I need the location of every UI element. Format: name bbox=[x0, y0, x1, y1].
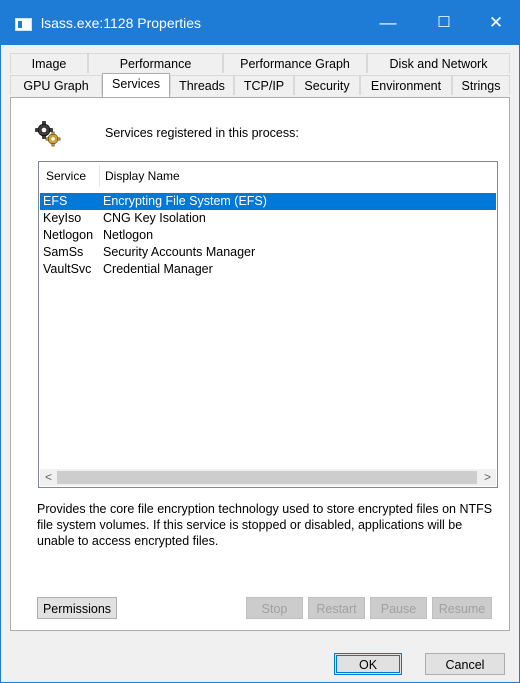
services-heading: Services registered in this process: bbox=[105, 126, 299, 140]
scroll-left-button[interactable]: < bbox=[40, 469, 57, 486]
tab-threads[interactable]: Threads bbox=[170, 75, 234, 95]
tab-environment[interactable]: Environment bbox=[360, 75, 452, 95]
tab-performance[interactable]: Performance bbox=[88, 53, 223, 73]
service-display-name: Netlogon bbox=[103, 228, 154, 242]
list-item[interactable]: Netlogon Netlogon bbox=[40, 227, 496, 244]
tab-services[interactable]: Services bbox=[102, 73, 170, 97]
properties-window: lsass.exe:1128 Properties — ☐ ✕ Image Pe… bbox=[0, 0, 520, 683]
service-display-name: Security Accounts Manager bbox=[103, 245, 256, 259]
column-separator[interactable] bbox=[99, 165, 100, 187]
service-display-name: CNG Key Isolation bbox=[103, 211, 206, 225]
window-title: lsass.exe:1128 Properties bbox=[41, 15, 202, 31]
tab-strings[interactable]: Strings bbox=[452, 75, 510, 95]
service-description: Provides the core file encryption techno… bbox=[37, 502, 493, 548]
tab-performance-graph[interactable]: Performance Graph bbox=[223, 53, 367, 73]
resume-button[interactable]: Resume bbox=[432, 597, 492, 619]
list-item[interactable]: VaultSvc Credential Manager bbox=[40, 261, 496, 278]
service-name: KeyIso bbox=[43, 211, 82, 225]
list-item[interactable]: SamSs Security Accounts Manager bbox=[40, 244, 496, 261]
tab-security[interactable]: Security bbox=[294, 75, 360, 95]
tab-disk-and-network[interactable]: Disk and Network bbox=[367, 53, 510, 73]
list-item[interactable]: KeyIso CNG Key Isolation bbox=[40, 210, 496, 227]
column-header-display-name[interactable]: Display Name bbox=[105, 162, 180, 188]
scroll-thumb[interactable] bbox=[57, 471, 477, 484]
list-item[interactable]: EFS Encrypting File System (EFS) bbox=[40, 193, 496, 210]
cancel-button[interactable]: Cancel bbox=[425, 653, 505, 675]
pause-button[interactable]: Pause bbox=[370, 597, 427, 619]
ok-button[interactable]: OK bbox=[334, 653, 402, 675]
scroll-right-button[interactable]: > bbox=[479, 469, 496, 486]
tab-gpu-graph[interactable]: GPU Graph bbox=[10, 75, 102, 95]
tab-image[interactable]: Image bbox=[10, 53, 88, 73]
column-header-service[interactable]: Service bbox=[46, 162, 86, 188]
service-name: VaultSvc bbox=[43, 262, 92, 276]
service-name: Netlogon bbox=[43, 228, 94, 242]
maximize-button[interactable]: ☐ bbox=[421, 1, 467, 45]
service-display-name: Credential Manager bbox=[103, 262, 213, 276]
permissions-button[interactable]: Permissions bbox=[37, 597, 117, 619]
services-list[interactable]: Service Display Name EFS Encrypting File… bbox=[38, 161, 498, 488]
minimize-button[interactable]: — bbox=[365, 1, 411, 45]
service-name: SamSs bbox=[43, 245, 84, 259]
service-name: EFS bbox=[43, 194, 68, 208]
tab-tcpip[interactable]: TCP/IP bbox=[234, 75, 294, 95]
window-icon bbox=[15, 18, 32, 31]
horizontal-scrollbar[interactable]: < > bbox=[40, 469, 496, 486]
service-display-name: Encrypting File System (EFS) bbox=[103, 194, 267, 208]
stop-button[interactable]: Stop bbox=[246, 597, 303, 619]
restart-button[interactable]: Restart bbox=[308, 597, 365, 619]
gears-icon bbox=[35, 121, 61, 147]
title-bar[interactable]: lsass.exe:1128 Properties — ☐ ✕ bbox=[1, 1, 519, 45]
close-button[interactable]: ✕ bbox=[473, 1, 519, 45]
